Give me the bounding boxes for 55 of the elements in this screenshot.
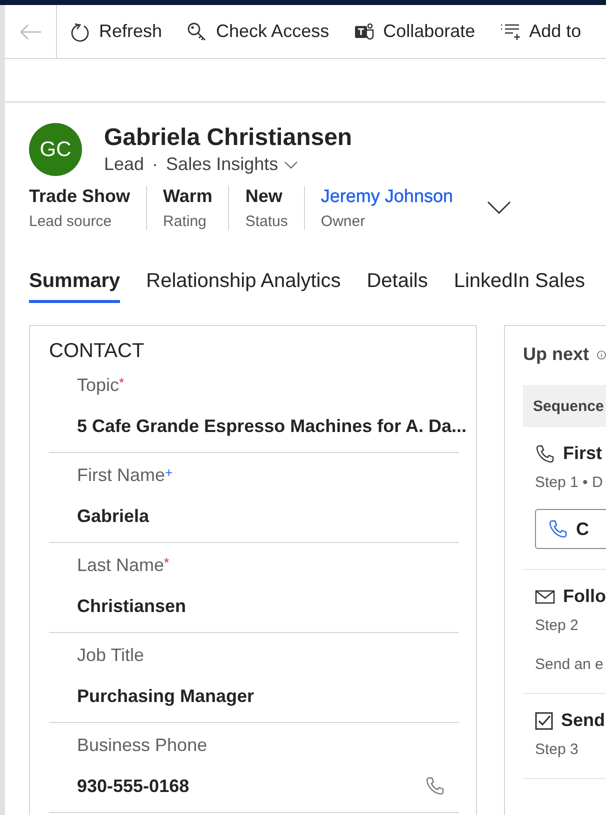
required-marker: + — [165, 465, 173, 480]
back-arrow-icon — [20, 24, 42, 40]
separator-dot: · — [152, 154, 158, 175]
field-label: Last Name* — [77, 555, 170, 576]
required-marker: * — [164, 555, 170, 570]
header-field-value: New — [245, 186, 284, 207]
header-field-label: Rating — [163, 213, 208, 230]
header-field-label: Owner — [320, 213, 366, 230]
field-value: 5 Cafe Grande Espresso Machines for A. Da... — [77, 416, 466, 437]
step-subtitle: Step 1 • D — [535, 474, 604, 491]
expand-button[interactable] — [486, 201, 511, 215]
field-label: First Name+ — [77, 465, 174, 486]
tab[interactable]: Relationship Analytics — [146, 270, 341, 303]
step-subtitle: Step 3 — [535, 741, 580, 758]
phone-icon — [425, 776, 445, 796]
chevron-down-icon — [486, 201, 511, 215]
header-field-value: Warm — [163, 186, 212, 207]
header-field-label: Lead source — [29, 213, 113, 230]
field-value: 930-555-0168 — [77, 776, 190, 798]
field-value: Gabriela — [77, 506, 150, 527]
tab[interactable]: LinkedIn Sales — [454, 270, 586, 303]
form-selector[interactable]: Sales Insights — [166, 154, 298, 175]
tab[interactable]: Details — [366, 270, 428, 303]
envelope-icon — [535, 588, 555, 604]
avatar: GC — [29, 123, 82, 176]
section-title: CONTACT — [49, 340, 146, 363]
step-title: Send — [561, 710, 606, 731]
sequence-bar: Sequence — [523, 385, 606, 427]
toolbar-button[interactable]: Refresh — [57, 5, 174, 58]
toolbar-button[interactable]: Collaborate — [341, 5, 488, 58]
step-subtitle: Step 2 — [535, 617, 580, 634]
field-value: Purchasing Manager — [77, 686, 254, 707]
required-marker: * — [119, 375, 124, 390]
refresh-icon — [69, 20, 91, 42]
toolbar-button[interactable]: Check Access — [174, 5, 342, 58]
panel-title: Up next — [523, 344, 590, 365]
tab[interactable]: Summary — [29, 270, 120, 303]
chevron-down-icon — [284, 160, 298, 168]
field-label: Job Title — [77, 645, 146, 666]
step-title: Follo — [563, 586, 606, 607]
step-description: Send an e — [535, 656, 604, 673]
step-title: First — [563, 443, 602, 464]
entity-type: Lead — [104, 154, 144, 175]
toolbar-button[interactable]: Add to — [487, 5, 594, 58]
header-field-label: Status — [245, 213, 288, 230]
field-label: Business Phone — [77, 735, 208, 756]
phone-icon — [535, 444, 555, 464]
header-field-value: Trade Show — [29, 186, 130, 207]
field-label: Topic* — [77, 375, 126, 396]
phone-icon — [548, 519, 568, 539]
checkbox-icon — [535, 712, 553, 730]
field-value: Christiansen — [77, 596, 186, 617]
owner-link[interactable]: Jeremy Johnson — [320, 186, 453, 207]
call-button[interactable]: C — [535, 509, 606, 549]
record-name: Gabriela Christiansen — [104, 124, 352, 152]
